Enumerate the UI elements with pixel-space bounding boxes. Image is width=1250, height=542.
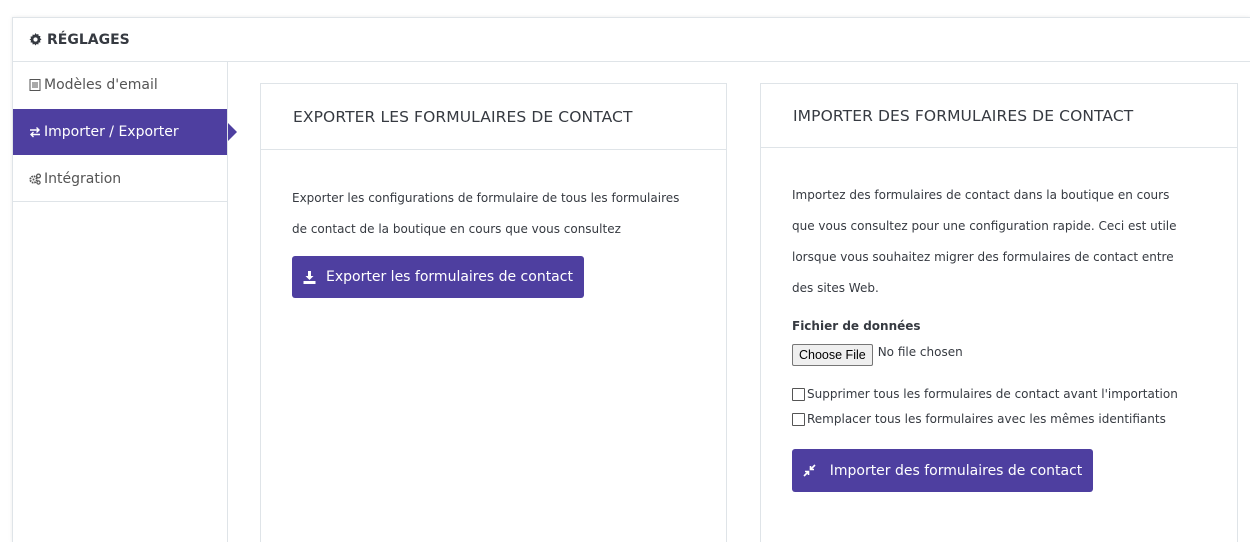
import-description-line: des sites Web. [792,281,879,295]
file-input[interactable]: Choose File No file chosen [792,344,1206,366]
delete-all-checkbox[interactable] [792,387,805,401]
sidebar-item-email-templates[interactable]: Modèles d'email [13,62,227,108]
import-description-line: lorsque vous souhaitez migrer des formul… [792,250,1174,264]
sidebar-divider [227,62,228,542]
import-button-label: Importer des formulaires de contact [829,462,1083,479]
import-description-line: que vous consultez pour une configuratio… [792,219,1177,233]
sidebar-item-integration[interactable]: Intégration [13,156,227,202]
checkbox-label: Remplacer tous les formulaires avec les … [807,412,1166,426]
import-description-line: Importez des formulaires de contact dans… [792,188,1170,202]
import-panel: IMPORTER DES FORMULAIRES DE CONTACT Impo… [760,83,1238,542]
import-button[interactable]: Importer des formulaires de contact [792,449,1093,492]
export-description-line: de contact de la boutique en cours que v… [292,222,621,236]
sidebar-item-label: Intégration [44,171,122,187]
compress-arrows-icon [803,464,816,477]
sidebar-item-import-export[interactable]: Importer / Exporter [13,109,237,155]
gear-icon [29,33,42,46]
checkbox-row-replace[interactable]: Remplacer tous les formulaires avec les … [792,409,1206,429]
settings-header: RÉGLAGES [13,18,1250,62]
export-description-line: Exporter les configurations de formulair… [292,191,680,205]
sidebar-item-label: Modèles d'email [44,77,158,93]
cogs-icon [29,173,41,185]
export-button-label: Exporter les formulaires de contact [326,269,573,285]
sidebar: Modèles d'email Importer / Exporter Inté… [13,62,237,202]
import-panel-title: IMPORTER DES FORMULAIRES DE CONTACT [761,84,1237,148]
settings-frame: RÉGLAGES Modèles d'email Importer / Expo… [12,17,1250,542]
exchange-arrows-icon [30,127,40,138]
checkbox-label: Supprimer tous les formulaires de contac… [807,387,1178,401]
export-button[interactable]: Exporter les formulaires de contact [292,256,584,298]
sidebar-item-label: Importer / Exporter [44,124,179,140]
checkbox-row-delete-all[interactable]: Supprimer tous les formulaires de contac… [792,384,1206,404]
settings-title: RÉGLAGES [47,31,130,48]
replace-checkbox[interactable] [792,412,805,426]
export-panel: EXPORTER LES FORMULAIRES DE CONTACT Expo… [260,83,727,542]
document-icon [29,79,41,91]
choose-file-button[interactable]: Choose File [792,344,873,366]
file-field-label: Fichier de données [792,319,921,333]
download-icon [303,270,316,284]
no-file-text: No file chosen [877,345,963,359]
export-panel-title: EXPORTER LES FORMULAIRES DE CONTACT [261,84,726,150]
